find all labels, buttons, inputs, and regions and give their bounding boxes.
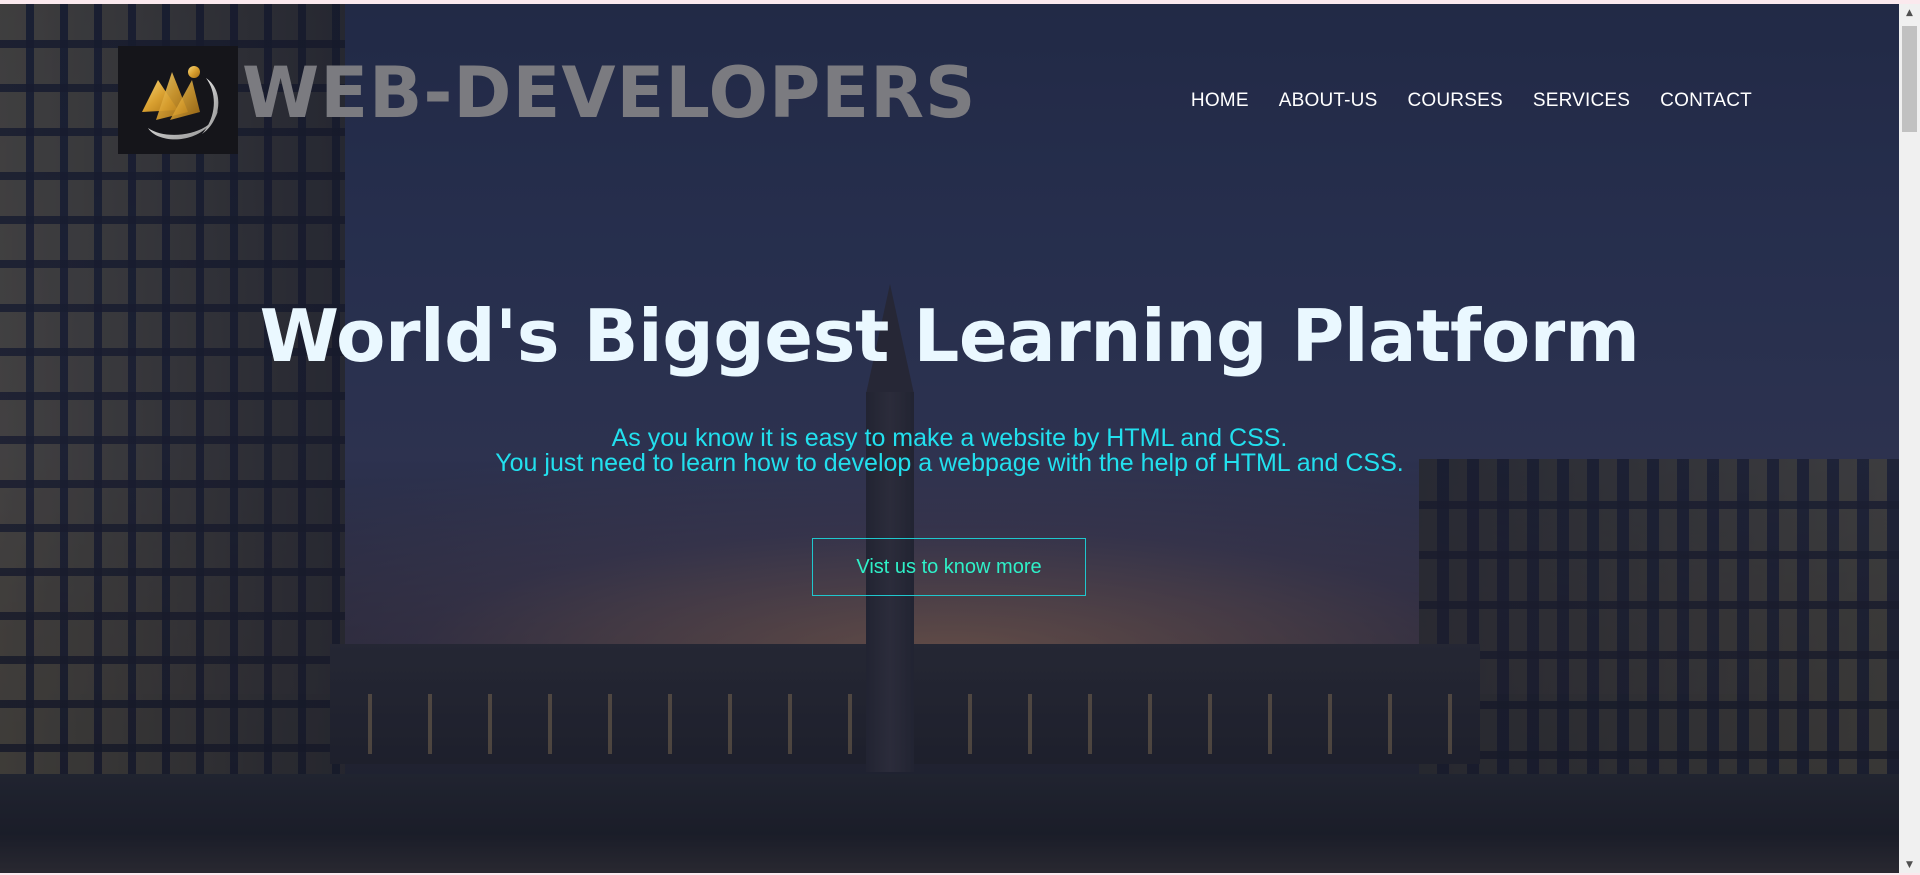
- brand-logo[interactable]: [118, 46, 238, 154]
- nav-contact[interactable]: CONTACT: [1660, 90, 1752, 112]
- hero-section: WEB-DEVELOPERS HOME ABOUT-US COURSES SER…: [0, 4, 1899, 873]
- nav-about-us[interactable]: ABOUT-US: [1279, 90, 1378, 112]
- main-nav: HOME ABOUT-US COURSES SERVICES CONTACT: [1191, 90, 1752, 112]
- scrollbar-thumb[interactable]: [1902, 26, 1917, 132]
- cta-button[interactable]: Vist us to know more: [812, 538, 1086, 596]
- hero-subtitle-line-2: You just need to learn how to develop a …: [495, 449, 1404, 477]
- book-logo-icon: [142, 66, 219, 140]
- nav-services[interactable]: SERVICES: [1533, 90, 1630, 112]
- scroll-down-arrow-icon[interactable]: ▼: [1899, 856, 1920, 873]
- brand-name[interactable]: WEB-DEVELOPERS: [242, 58, 976, 128]
- hero-title: World's Biggest Learning Platform: [259, 294, 1640, 378]
- nav-courses[interactable]: COURSES: [1407, 90, 1502, 112]
- scroll-up-arrow-icon[interactable]: ▲: [1899, 4, 1920, 21]
- vertical-scrollbar[interactable]: ▲ ▼: [1899, 4, 1920, 873]
- nav-home[interactable]: HOME: [1191, 90, 1249, 112]
- hero-subtitle-line-1: As you know it is easy to make a website…: [611, 424, 1288, 452]
